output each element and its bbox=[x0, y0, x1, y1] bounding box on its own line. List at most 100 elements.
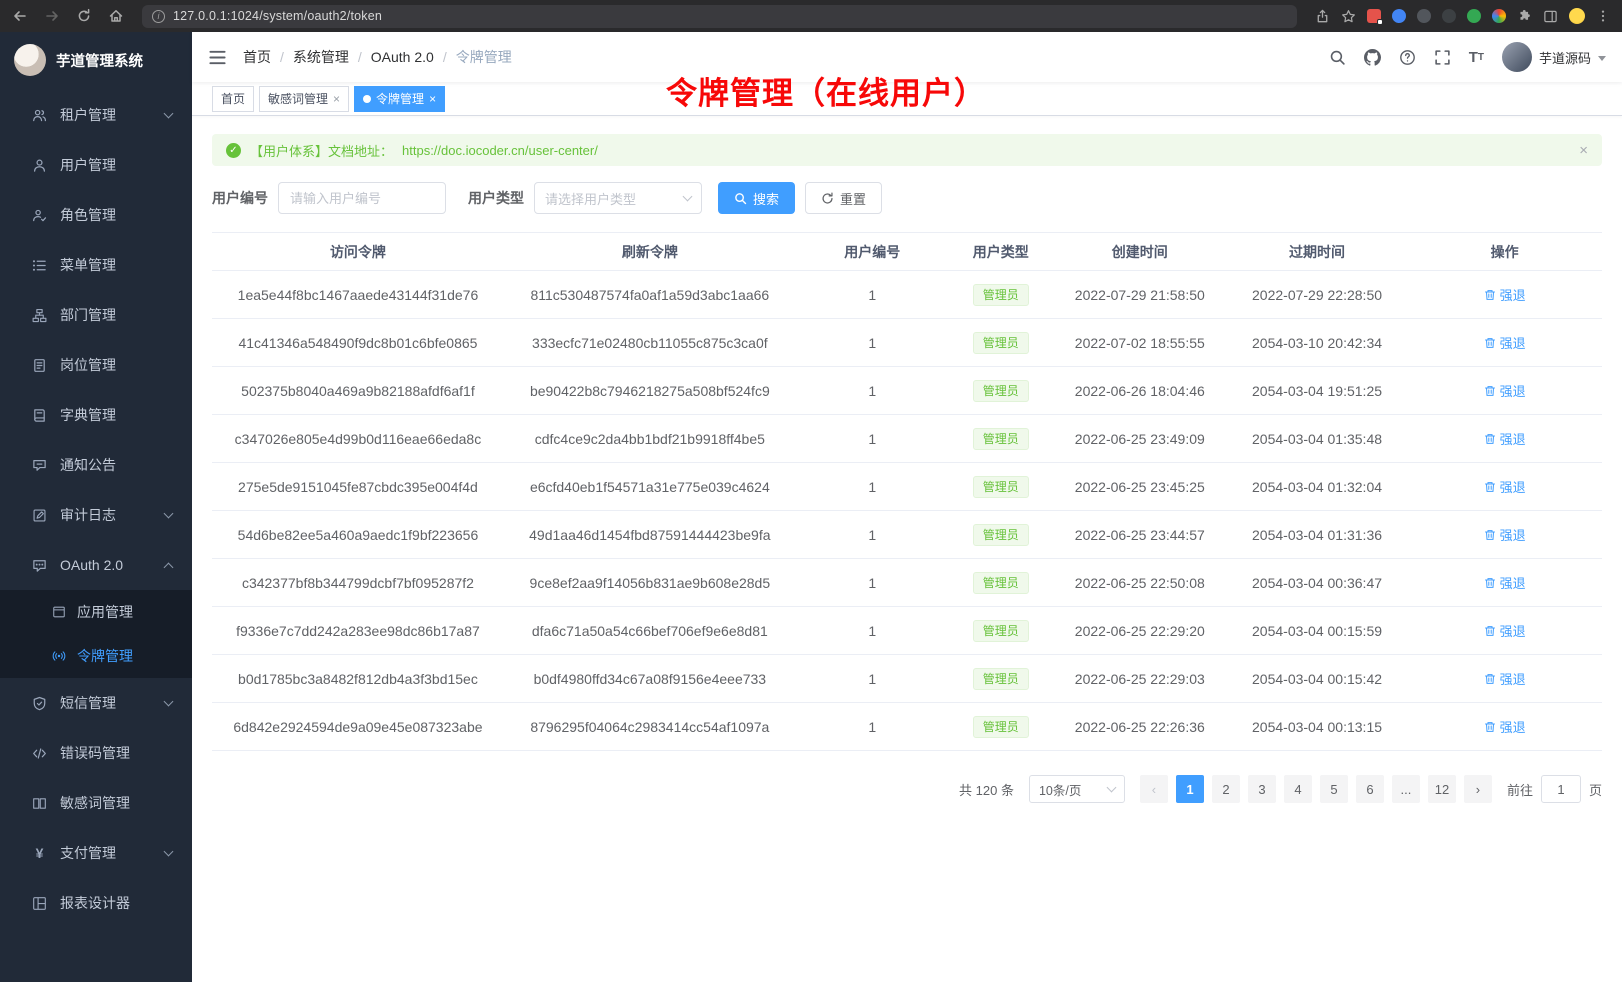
app-logo[interactable]: 芋道管理系统 bbox=[0, 32, 192, 88]
sidebar-item-label: 错误码管理 bbox=[60, 743, 130, 763]
col-expire-time: 过期时间 bbox=[1227, 233, 1408, 271]
search-icon[interactable] bbox=[1329, 49, 1346, 66]
page-button-5[interactable]: 5 bbox=[1320, 775, 1348, 803]
reload-icon[interactable] bbox=[76, 8, 92, 24]
help-icon[interactable] bbox=[1399, 49, 1416, 66]
goto-page-input[interactable] bbox=[1541, 775, 1581, 803]
sidebar-item-sms[interactable]: 短信管理 bbox=[0, 678, 192, 728]
force-logout-button[interactable]: 强退 bbox=[1484, 669, 1526, 688]
font-size-icon[interactable]: TT bbox=[1469, 49, 1484, 66]
extension-icon-color[interactable] bbox=[1492, 9, 1506, 23]
page-button-6[interactable]: 6 bbox=[1356, 775, 1384, 803]
cell-action: 强退 bbox=[1407, 319, 1602, 367]
page-buttons: ‹ 1 2 3 4 5 6 ... 12 › bbox=[1140, 775, 1492, 803]
sidebar-item-user[interactable]: 用户管理 bbox=[0, 140, 192, 190]
sidebar-item-tenant[interactable]: 租户管理 bbox=[0, 90, 192, 140]
force-logout-button[interactable]: 强退 bbox=[1484, 285, 1526, 304]
extension-icon-blue[interactable] bbox=[1392, 9, 1406, 23]
sidebar-item-label: 令牌管理 bbox=[77, 646, 133, 666]
extensions-puzzle-icon[interactable] bbox=[1517, 9, 1532, 24]
reset-button[interactable]: 重置 bbox=[805, 182, 882, 214]
doc-link[interactable]: https://doc.iocoder.cn/user-center/ bbox=[402, 143, 598, 158]
sidebar-item-label: 报表设计器 bbox=[60, 893, 130, 913]
more-menu-icon[interactable] bbox=[1596, 9, 1610, 23]
sidebar-item-oauth-app[interactable]: 应用管理 bbox=[0, 590, 192, 634]
cell-user-type: 管理员 bbox=[949, 463, 1053, 511]
force-logout-button[interactable]: 强退 bbox=[1484, 477, 1526, 496]
force-logout-button[interactable]: 强退 bbox=[1484, 525, 1526, 544]
cell-refresh-token: b0df4980ffd34c67a08f9156e4eee733 bbox=[504, 655, 796, 703]
force-logout-button[interactable]: 强退 bbox=[1484, 717, 1526, 736]
sidebar-item-oauth-token[interactable]: 令牌管理 bbox=[0, 634, 192, 678]
app-window-icon bbox=[52, 605, 66, 619]
table-row: 54d6be82ee5a460a9aedc1f9bf223656 49d1aa4… bbox=[212, 511, 1602, 559]
goto-unit: 页 bbox=[1589, 780, 1602, 799]
sidebar-item-post[interactable]: 岗位管理 bbox=[0, 340, 192, 390]
profile-avatar-icon[interactable] bbox=[1569, 8, 1585, 24]
split-view-icon[interactable] bbox=[1543, 9, 1558, 24]
tab-token[interactable]: 令牌管理 × bbox=[354, 86, 445, 112]
sidebar-item-menu[interactable]: 菜单管理 bbox=[0, 240, 192, 290]
force-logout-label: 强退 bbox=[1500, 621, 1526, 640]
cell-create-time: 2022-06-25 23:45:25 bbox=[1053, 463, 1227, 511]
user-type-badge: 管理员 bbox=[973, 476, 1029, 498]
delete-icon bbox=[1484, 577, 1496, 589]
page-size-select[interactable]: 10条/页 bbox=[1029, 775, 1125, 803]
breadcrumb-home[interactable]: 首页 bbox=[243, 47, 271, 67]
tab-home[interactable]: 首页 bbox=[212, 86, 254, 112]
success-check-icon: ✓ bbox=[226, 143, 241, 158]
page-button-1[interactable]: 1 bbox=[1176, 775, 1204, 803]
sidebar-item-sensitive-word[interactable]: 敏感词管理 bbox=[0, 778, 192, 828]
user-menu[interactable]: 芋道源码 bbox=[1502, 42, 1606, 72]
force-logout-button[interactable]: 强退 bbox=[1484, 573, 1526, 592]
extension-icon-dark1[interactable] bbox=[1417, 9, 1431, 23]
breadcrumb-oauth[interactable]: OAuth 2.0 bbox=[371, 49, 434, 65]
share-icon[interactable] bbox=[1315, 9, 1330, 24]
breadcrumb-system[interactable]: 系统管理 bbox=[293, 47, 349, 67]
sidebar-item-role[interactable]: 角色管理 bbox=[0, 190, 192, 240]
force-logout-label: 强退 bbox=[1500, 381, 1526, 400]
hamburger-icon[interactable] bbox=[208, 48, 227, 67]
close-icon[interactable]: × bbox=[333, 93, 340, 105]
reset-button-label: 重置 bbox=[840, 189, 866, 208]
bookmark-star-icon[interactable] bbox=[1341, 9, 1356, 24]
force-logout-button[interactable]: 强退 bbox=[1484, 381, 1526, 400]
back-icon[interactable] bbox=[12, 8, 28, 24]
force-logout-button[interactable]: 强退 bbox=[1484, 333, 1526, 352]
home-icon[interactable] bbox=[108, 8, 124, 24]
forward-icon[interactable] bbox=[44, 8, 60, 24]
user-type-select[interactable]: 请选择用户类型 bbox=[534, 182, 702, 214]
prev-page-button[interactable]: ‹ bbox=[1140, 775, 1168, 803]
sidebar-item-oauth[interactable]: OAuth 2.0 bbox=[0, 540, 192, 590]
page-info-icon[interactable]: i bbox=[152, 10, 165, 23]
close-icon[interactable]: × bbox=[429, 93, 436, 105]
sidebar-item-pay[interactable]: ¥ 支付管理 bbox=[0, 828, 192, 878]
sidebar-item-label: 部门管理 bbox=[60, 305, 116, 325]
sidebar-item-report-designer[interactable]: 报表设计器 bbox=[0, 878, 192, 928]
sidebar-item-dept[interactable]: 部门管理 bbox=[0, 290, 192, 340]
force-logout-button[interactable]: 强退 bbox=[1484, 621, 1526, 640]
sidebar-item-notice[interactable]: 通知公告 bbox=[0, 440, 192, 490]
page-button-2[interactable]: 2 bbox=[1212, 775, 1240, 803]
more-pages-button[interactable]: ... bbox=[1392, 775, 1420, 803]
next-page-button[interactable]: › bbox=[1464, 775, 1492, 803]
force-logout-button[interactable]: 强退 bbox=[1484, 429, 1526, 448]
fullscreen-icon[interactable] bbox=[1434, 49, 1451, 66]
browser-address-bar[interactable]: i 127.0.0.1:1024/system/oauth2/token bbox=[142, 5, 1297, 28]
tab-sensitive-word[interactable]: 敏感词管理 × bbox=[259, 86, 349, 112]
page-button-4[interactable]: 4 bbox=[1284, 775, 1312, 803]
search-button[interactable]: 搜索 bbox=[718, 182, 795, 214]
extension-icon-red[interactable] bbox=[1367, 9, 1381, 23]
user-id-input[interactable] bbox=[278, 182, 446, 214]
extension-icon-dark2[interactable] bbox=[1442, 9, 1456, 23]
sidebar-item-dict[interactable]: 字典管理 bbox=[0, 390, 192, 440]
cell-refresh-token: be90422b8c7946218275a508bf524fc9 bbox=[504, 367, 796, 415]
page-button-3[interactable]: 3 bbox=[1248, 775, 1276, 803]
extension-icon-green[interactable] bbox=[1467, 9, 1481, 23]
alert-close-icon[interactable]: × bbox=[1579, 143, 1588, 158]
table-row: 1ea5e44f8bc1467aaede43144f31de76 811c530… bbox=[212, 271, 1602, 319]
page-button-12[interactable]: 12 bbox=[1428, 775, 1456, 803]
sidebar-item-errcode[interactable]: 错误码管理 bbox=[0, 728, 192, 778]
github-icon[interactable] bbox=[1364, 49, 1381, 66]
sidebar-item-audit-log[interactable]: 审计日志 bbox=[0, 490, 192, 540]
